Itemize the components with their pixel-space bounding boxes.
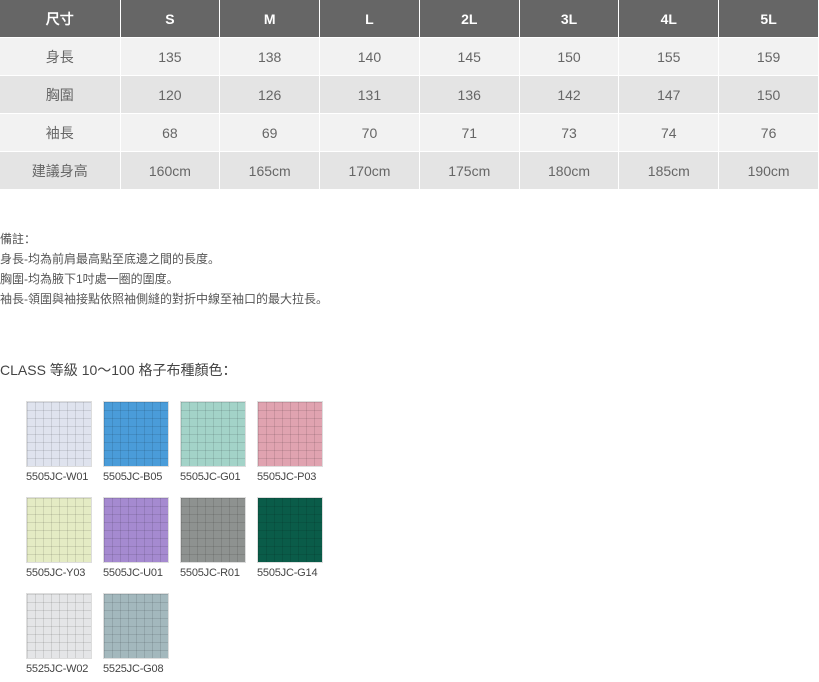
header-size-5l: 5L — [718, 0, 819, 38]
table-cell: 142 — [519, 75, 620, 114]
table-cell: 135 — [120, 37, 221, 76]
swatch-item: 5525JC-W02 — [26, 593, 92, 675]
swatch-code: 5505JC-W01 — [26, 471, 89, 483]
table-cell: 69 — [219, 113, 321, 152]
table-cell: 70 — [319, 113, 420, 152]
size-table-header-row: 尺寸 S M L 2L 3L 4L 5L — [0, 0, 819, 38]
swatch-tile — [26, 401, 92, 467]
table-cell: 126 — [219, 75, 321, 114]
swatch-item: 5505JC-W01 — [26, 401, 92, 483]
size-table: 尺寸 S M L 2L 3L 4L 5L 身長 135 138 140 145 … — [0, 0, 819, 190]
swatch-tile — [180, 401, 246, 467]
row-label: 袖長 — [0, 113, 121, 152]
swatch-code: 5505JC-U01 — [103, 567, 163, 579]
swatch-code: 5505JC-G14 — [257, 567, 318, 579]
table-cell: 150 — [718, 75, 819, 114]
table-cell: 74 — [618, 113, 720, 152]
note-line: 胸圍-均為腋下1吋處一圈的圍度。 — [0, 272, 179, 286]
table-cell: 175cm — [419, 151, 520, 190]
swatch-tile — [103, 497, 169, 563]
note-line: 身長-均為前肩最高點至底邊之間的長度。 — [0, 252, 220, 266]
header-size-s: S — [120, 0, 221, 38]
table-cell: 147 — [618, 75, 720, 114]
swatch-item: 5505JC-R01 — [180, 497, 246, 579]
table-cell: 155 — [618, 37, 720, 76]
swatch-item: 5525JC-G08 — [103, 593, 169, 675]
notes-title: 備註： — [0, 232, 37, 246]
header-size-3l: 3L — [519, 0, 620, 38]
table-cell: 165cm — [219, 151, 321, 190]
table-cell: 120 — [120, 75, 221, 114]
notes-section: 備註： 身長-均為前肩最高點至底邊之間的長度。 胸圍-均為腋下1吋處一圈的圍度。… — [0, 229, 328, 309]
header-size-4l: 4L — [618, 0, 720, 38]
swatch-code: 5505JC-R01 — [180, 567, 240, 579]
table-cell: 150 — [519, 37, 620, 76]
swatch-code: 5505JC-Y03 — [26, 567, 86, 579]
header-size-m: M — [219, 0, 321, 38]
table-cell: 159 — [718, 37, 819, 76]
table-row: 建議身高 160cm 165cm 170cm 175cm 180cm 185cm… — [0, 151, 819, 190]
swatch-item: 5505JC-B05 — [103, 401, 169, 483]
table-cell: 145 — [419, 37, 520, 76]
table-row: 袖長 68 69 70 71 73 74 76 — [0, 113, 819, 152]
table-cell: 180cm — [519, 151, 620, 190]
class-title: CLASS 等級 10～100 格子布種顏色： — [0, 362, 237, 378]
header-label: 尺寸 — [0, 0, 121, 38]
row-label: 胸圍 — [0, 75, 121, 114]
header-size-l: L — [319, 0, 420, 38]
swatch-code: 5525JC-G08 — [103, 663, 164, 675]
table-cell: 76 — [718, 113, 819, 152]
swatch-item: 5505JC-U01 — [103, 497, 169, 579]
table-cell: 140 — [319, 37, 420, 76]
header-size-2l: 2L — [419, 0, 520, 38]
table-cell: 170cm — [319, 151, 420, 190]
swatch-code: 5525JC-W02 — [26, 663, 89, 675]
swatch-tile — [257, 497, 323, 563]
swatch-tile — [180, 497, 246, 563]
table-row: 胸圍 120 126 131 136 142 147 150 — [0, 75, 819, 114]
swatch-item: 5505JC-Y03 — [26, 497, 92, 579]
table-cell: 73 — [519, 113, 620, 152]
table-row: 身長 135 138 140 145 150 155 159 — [0, 37, 819, 76]
swatch-tile — [26, 593, 92, 659]
swatch-tile — [257, 401, 323, 467]
swatch-code: 5505JC-P03 — [257, 471, 317, 483]
table-cell: 136 — [419, 75, 520, 114]
table-cell: 68 — [120, 113, 221, 152]
swatch-tile — [26, 497, 92, 563]
row-label: 身長 — [0, 37, 121, 76]
table-cell: 71 — [419, 113, 520, 152]
table-cell: 138 — [219, 37, 321, 76]
swatch-item: 5505JC-G01 — [180, 401, 246, 483]
swatch-item: 5505JC-P03 — [257, 401, 323, 483]
table-cell: 185cm — [618, 151, 720, 190]
table-cell: 160cm — [120, 151, 221, 190]
swatch-tile — [103, 593, 169, 659]
swatch-tile — [103, 401, 169, 467]
note-line: 袖長-領圍與袖接點依照袖側縫的對折中線至袖口的最大拉長。 — [0, 292, 328, 306]
row-label: 建議身高 — [0, 151, 121, 190]
swatch-item: 5505JC-G14 — [257, 497, 323, 579]
table-cell: 190cm — [718, 151, 819, 190]
swatch-code: 5505JC-G01 — [180, 471, 241, 483]
swatch-code: 5505JC-B05 — [103, 471, 163, 483]
table-cell: 131 — [319, 75, 420, 114]
